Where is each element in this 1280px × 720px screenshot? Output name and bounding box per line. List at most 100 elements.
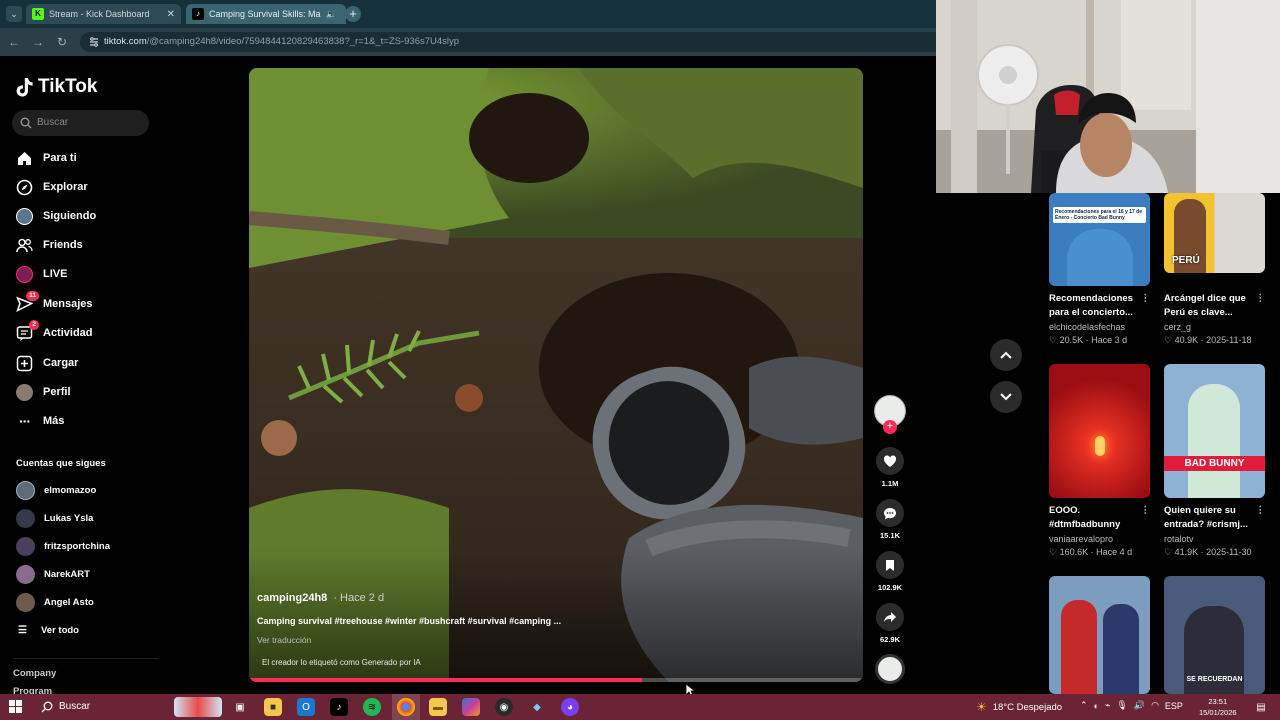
video-date: · Hace 2 d — [333, 592, 385, 604]
footer-company-link[interactable]: Company — [13, 668, 56, 679]
see-translation-link[interactable]: Ver traducción — [257, 635, 311, 645]
video-thumbnail[interactable]: PERÚ — [1164, 193, 1265, 273]
back-icon[interactable]: ← — [6, 34, 22, 50]
nav-cargar[interactable]: Cargar — [16, 353, 78, 373]
chrome-icon[interactable] — [397, 698, 415, 716]
nav-para-ti[interactable]: Para ti — [16, 148, 77, 168]
nav-perfil[interactable]: Perfil — [16, 382, 71, 402]
video-thumbnail[interactable] — [1049, 576, 1150, 694]
see-all-link[interactable]: ☰ Ver todo — [18, 625, 79, 636]
following-account[interactable]: NarekART — [16, 564, 90, 584]
copilot-icon[interactable] — [462, 698, 480, 716]
nav-live[interactable]: LIVE — [16, 264, 67, 284]
related-video-card[interactable]: EOOO. #dtmfbadbunny ⋮ vaniaarevalopro ♡ 1… — [1049, 364, 1150, 558]
like-action[interactable]: 1.1M — [874, 447, 906, 488]
video-description[interactable]: Camping survival #treehouse #winter #bus… — [257, 616, 561, 626]
tab-tiktok-video[interactable]: ♪ Camping Survival Skills: Ma 🔈 ✕ — [186, 4, 346, 24]
tiktok-app-icon[interactable]: ♪ — [330, 698, 348, 716]
following-account[interactable]: fritzsportchina — [16, 536, 110, 556]
windows-start-icon[interactable] — [9, 700, 22, 713]
comment-action[interactable]: 15.1K — [874, 499, 906, 540]
share-action[interactable]: 62.9K — [874, 603, 906, 644]
more-options-icon[interactable]: ⋮ — [1256, 292, 1266, 306]
tiktok-logo[interactable]: TikTok — [16, 76, 97, 98]
comment-icon — [884, 507, 896, 519]
related-video-card[interactable]: SE RECUERDAN — [1164, 576, 1265, 694]
more-options-icon[interactable]: ⋮ — [1141, 292, 1151, 306]
url-field[interactable]: tiktok.com/@camping24h8/video/7594844120… — [80, 32, 936, 52]
share-button[interactable] — [876, 603, 904, 631]
card-title[interactable]: Quien quiere su entrada? #crismj... ⋮ — [1164, 504, 1265, 532]
card-meta: ♡ 20.5K · Hace 3 d — [1049, 335, 1128, 345]
show-hidden-icons[interactable]: ⌃ — [1080, 700, 1088, 711]
card-author[interactable]: cerz_g — [1164, 322, 1265, 332]
related-video-card[interactable]: Recomendaciones para el 16 y 17 de Enero… — [1049, 193, 1150, 346]
video-thumbnail[interactable] — [1049, 364, 1150, 498]
wifi-icon[interactable]: ◠ — [1151, 700, 1159, 711]
card-author[interactable]: elchicodelasfechas — [1049, 322, 1150, 332]
store-icon[interactable]: ■ — [264, 698, 282, 716]
close-tab-icon[interactable]: ✕ — [167, 9, 175, 20]
like-button[interactable] — [876, 447, 904, 475]
thumbnail-person — [1188, 384, 1240, 498]
video-progress-bar[interactable] — [249, 678, 863, 682]
language-indicator[interactable]: ESP — [1165, 701, 1183, 711]
music-disc[interactable] — [875, 654, 905, 684]
notifications-icon[interactable]: ▤ — [1252, 698, 1270, 716]
more-options-icon[interactable]: ⋮ — [1141, 504, 1151, 518]
network-icon[interactable]: ⌁ — [1105, 700, 1110, 711]
taskbar-search[interactable]: Buscar — [34, 694, 224, 720]
speaker-icon[interactable]: 🔈 — [326, 9, 337, 20]
related-video-card[interactable] — [1049, 576, 1150, 694]
follow-plus-button[interactable]: + — [883, 420, 897, 434]
nav-siguiendo[interactable]: Siguiendo — [16, 206, 96, 226]
nav-mas[interactable]: ··· Más — [16, 411, 64, 431]
obs-icon[interactable]: ◉ — [495, 698, 513, 716]
save-action[interactable]: 102.9K — [874, 551, 906, 592]
card-title[interactable]: Recomendaciones para el concierto... ⋮ — [1049, 292, 1150, 320]
nav-mensajes[interactable]: 11 Mensajes — [16, 290, 93, 314]
related-video-card[interactable]: PERÚ Arcángel dice que Perú es clave... ⋮… — [1164, 193, 1265, 346]
forward-icon[interactable]: → — [30, 34, 46, 50]
video-thumbnail[interactable]: SE RECUERDAN — [1164, 576, 1265, 694]
task-view-icon[interactable]: ▣ — [231, 698, 249, 716]
card-author[interactable]: rotalotv — [1164, 534, 1265, 544]
discord-icon[interactable]: ◕ — [561, 698, 579, 716]
diamond-app-icon[interactable]: ◆ — [528, 698, 546, 716]
reload-icon[interactable]: ↻ — [54, 34, 70, 50]
video-player[interactable]: camping24h8 · Hace 2 d Camping survival #… — [249, 68, 863, 682]
following-account[interactable]: Lukas Ysla — [16, 508, 93, 528]
nav-friends[interactable]: Friends — [16, 235, 83, 255]
outlook-icon[interactable]: O — [297, 698, 315, 716]
card-title[interactable]: Arcángel dice que Perú es clave... ⋮ — [1164, 292, 1265, 320]
weather-widget[interactable]: ☀ 18°C Despejado — [976, 700, 1062, 714]
nav-explorar[interactable]: Explorar — [16, 177, 88, 197]
site-info-icon[interactable] — [88, 36, 100, 48]
video-author[interactable]: camping24h8 · Hace 2 d — [257, 592, 384, 604]
previous-video-button[interactable] — [990, 339, 1022, 371]
following-account[interactable]: elmomazoo — [16, 480, 96, 500]
comment-button[interactable] — [876, 499, 904, 527]
video-author-name[interactable]: camping24h8 — [257, 592, 327, 604]
microphone-icon[interactable]: 🎙 — [1116, 700, 1127, 711]
logo-text: TikTok — [38, 76, 98, 97]
next-video-button[interactable] — [990, 381, 1022, 413]
tray-app-icon[interactable]: ◐ — [1094, 701, 1099, 711]
nav-actividad[interactable]: 2 Actividad — [16, 319, 93, 343]
file-explorer-icon[interactable]: ▬ — [429, 698, 447, 716]
tab-list-button[interactable]: ⌄ — [6, 6, 22, 22]
save-button[interactable] — [876, 551, 904, 579]
video-thumbnail[interactable]: BAD BUNNY — [1164, 364, 1265, 498]
new-tab-button[interactable]: + — [345, 6, 361, 22]
search-input[interactable]: Buscar — [12, 110, 149, 136]
following-account[interactable]: Angel Asto — [16, 592, 94, 612]
tab-kick-dashboard[interactable]: K Stream - Kick Dashboard ✕ — [26, 4, 181, 24]
card-author[interactable]: vaniaarevalopro — [1049, 534, 1150, 544]
clock[interactable]: 23:51 15/01/2026 — [1199, 696, 1237, 718]
more-options-icon[interactable]: ⋮ — [1256, 504, 1266, 518]
related-video-card[interactable]: BAD BUNNY Quien quiere su entrada? #cris… — [1164, 364, 1265, 558]
spotify-icon[interactable]: ≋ — [363, 698, 381, 716]
video-thumbnail[interactable]: Recomendaciones para el 16 y 17 de Enero… — [1049, 193, 1150, 286]
card-title[interactable]: EOOO. #dtmfbadbunny ⋮ — [1049, 504, 1150, 532]
volume-icon[interactable]: 🔊 — [1134, 700, 1145, 711]
